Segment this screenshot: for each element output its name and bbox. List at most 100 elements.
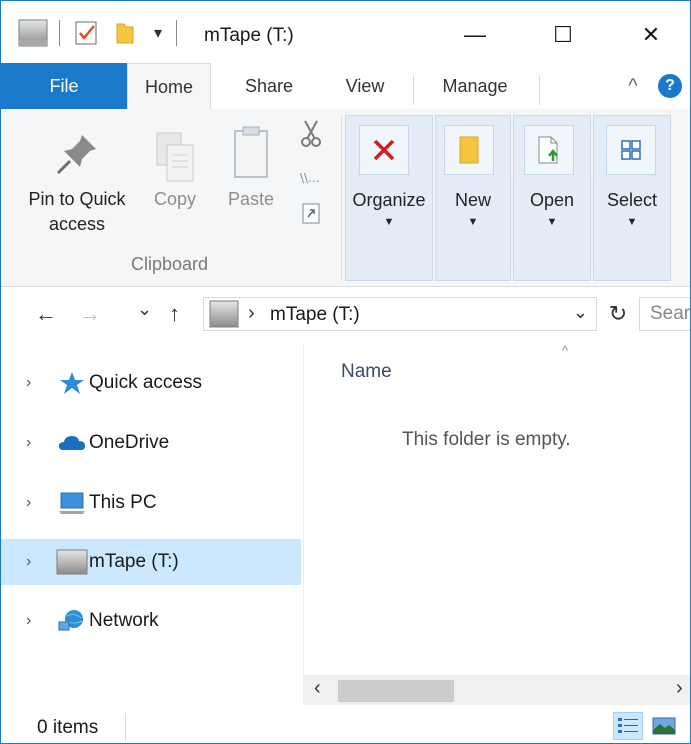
explorer-window: ▾ mTape (T:) — ☐ ✕ File Home Share View … [0, 0, 691, 744]
open-button[interactable]: Open ▼ [513, 115, 591, 281]
tab-view[interactable]: View [321, 63, 409, 109]
large-icons-view-button[interactable] [649, 712, 679, 740]
tab-separator [413, 75, 414, 105]
address-bar[interactable]: › mTape (T:) ⌄ [203, 297, 597, 331]
address-row: ← → ⌄ ↑ › mTape (T:) ⌄ ↻ Search [1, 287, 690, 343]
nav-item-label: mTape (T:) [89, 551, 179, 572]
properties-check-icon[interactable] [74, 20, 100, 46]
help-button[interactable]: ? [657, 63, 683, 109]
customize-dropdown-icon[interactable]: ▾ [154, 23, 162, 43]
file-list: ^ Name This folder is empty. [304, 343, 690, 703]
address-dropdown-button[interactable]: ⌄ [573, 302, 588, 323]
nav-item-label: This PC [89, 492, 157, 513]
copy-label: Copy [153, 189, 197, 209]
cloud-icon [55, 429, 89, 457]
large-icons-view-icon [652, 716, 676, 736]
scroll-left-button[interactable]: ‹ [314, 677, 321, 700]
nav-item-label: Quick access [89, 372, 202, 393]
expand-chevron-icon[interactable]: › [26, 434, 31, 452]
details-view-button[interactable] [613, 712, 643, 740]
sort-ascending-icon: ^ [562, 343, 569, 358]
tab-separator [539, 75, 540, 105]
tab-share[interactable]: Share [221, 63, 317, 109]
clipboard-group-label: Clipboard [131, 254, 209, 274]
nav-item-quick-access[interactable]: › Quick access [1, 360, 301, 406]
nav-item-network[interactable]: › Network [1, 598, 301, 644]
details-view-icon [617, 716, 639, 736]
pin-label-line2: access [48, 214, 106, 234]
organize-label: Organize [352, 190, 426, 210]
nav-item-mtape[interactable]: › mTape (T:) [1, 539, 301, 585]
quick-access-toolbar: ▾ [17, 15, 178, 51]
ribbon: Pin to Quick access Copy Paste \\... Cli… [1, 109, 690, 287]
pin-label-line1: Pin to Quick [28, 189, 126, 209]
search-input[interactable]: Search [639, 297, 690, 331]
expand-chevron-icon[interactable]: › [26, 494, 31, 512]
refresh-button[interactable]: ↻ [605, 297, 631, 331]
item-count: 0 items [37, 717, 99, 738]
address-path[interactable]: mTape (T:) [270, 304, 360, 326]
help-icon: ? [658, 74, 682, 98]
organize-button[interactable]: Organize ▼ [345, 115, 433, 281]
expand-chevron-icon[interactable]: › [26, 374, 31, 392]
pin-icon [52, 129, 102, 179]
new-label: New [454, 190, 491, 210]
cut-icon[interactable] [299, 119, 323, 149]
paste-shortcut-icon[interactable] [301, 201, 321, 225]
title-bar: ▾ mTape (T:) — ☐ ✕ [1, 1, 690, 63]
chevron-down-icon: ▼ [383, 216, 395, 228]
nav-item-this-pc[interactable]: › This PC [1, 480, 301, 526]
path-separator[interactable]: › [248, 302, 255, 325]
drive-icon [208, 299, 240, 329]
svg-text:\\...: \\... [300, 171, 320, 185]
toolbar-separator [59, 20, 60, 46]
pin-to-quick-access-button[interactable]: Pin to Quick access [15, 129, 139, 235]
expand-chevron-icon[interactable]: › [26, 612, 31, 630]
open-label: Open [529, 190, 575, 210]
tab-file[interactable]: File [1, 63, 127, 109]
select-label: Select [606, 190, 658, 210]
minimize-button[interactable]: — [453, 15, 497, 55]
copy-path-icon[interactable]: \\... [299, 169, 323, 187]
drive-icon[interactable] [17, 18, 49, 48]
recent-locations-button[interactable]: ⌄ [137, 299, 152, 320]
toolbar-separator [176, 20, 178, 46]
nav-item-onedrive[interactable]: › OneDrive [1, 420, 301, 466]
star-icon [55, 369, 89, 397]
maximize-button[interactable]: ☐ [541, 15, 585, 55]
tab-home[interactable]: Home [127, 63, 211, 110]
column-header-name[interactable]: Name [341, 361, 392, 383]
close-button[interactable]: ✕ [629, 15, 673, 55]
copy-button[interactable]: Copy [147, 129, 203, 210]
status-bar: 0 items [1, 705, 690, 743]
chevron-down-icon: ▼ [467, 216, 479, 228]
copy-icon [153, 129, 197, 185]
back-button[interactable]: ← [35, 301, 57, 327]
status-separator [125, 713, 126, 741]
collapse-ribbon-button[interactable]: ^ [613, 63, 653, 109]
empty-folder-message: This folder is empty. [402, 429, 571, 450]
ribbon-tabs: File Home Share View Manage ^ ? [1, 63, 690, 110]
tab-manage[interactable]: Manage [417, 63, 533, 109]
horizontal-scrollbar[interactable]: ‹ › [304, 675, 690, 705]
new-button[interactable]: New ▼ [435, 115, 511, 281]
group-separator [341, 115, 342, 281]
drive-icon [55, 548, 89, 576]
chevron-down-icon: ▼ [546, 216, 558, 228]
chevron-down-icon: ▼ [626, 216, 638, 228]
organize-delete-icon [359, 125, 409, 175]
navigation-pane: › Quick access › OneDrive › This PC › mT… [1, 343, 303, 703]
new-folder-icon[interactable] [114, 20, 136, 46]
scroll-thumb[interactable] [338, 680, 454, 702]
computer-icon [55, 489, 89, 517]
scroll-right-button[interactable]: › [676, 677, 683, 700]
new-folder-icon [444, 125, 494, 175]
network-icon [55, 607, 89, 635]
up-button[interactable]: ↑ [169, 301, 180, 327]
forward-button[interactable]: → [79, 301, 101, 327]
select-button[interactable]: Select ▼ [593, 115, 671, 281]
expand-chevron-icon[interactable]: › [26, 553, 31, 571]
paste-icon [229, 123, 273, 183]
nav-item-label: Network [89, 610, 159, 631]
paste-button[interactable]: Paste [223, 123, 279, 210]
